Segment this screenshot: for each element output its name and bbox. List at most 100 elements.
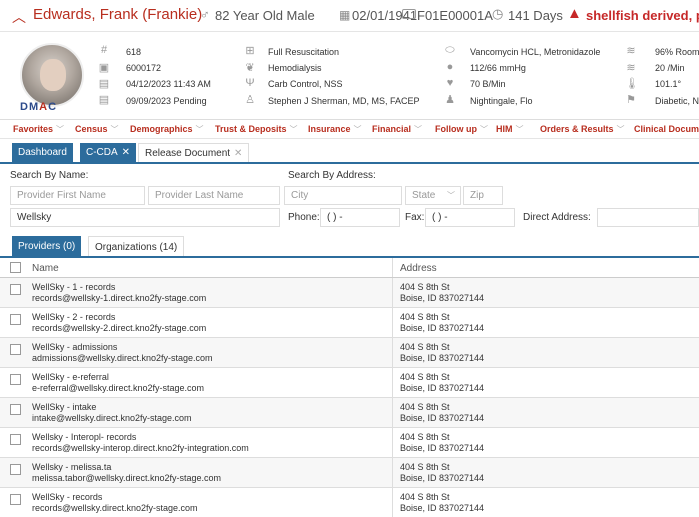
provider-last-name-input[interactable]: Provider Last Name	[148, 186, 280, 205]
close-icon[interactable]: ✕	[234, 148, 242, 159]
org-name: WellSky - 2 - records	[32, 312, 116, 322]
provider-first-name-input[interactable]: Provider First Name	[10, 186, 145, 205]
row-checkbox[interactable]	[10, 464, 21, 475]
org-email: melissa.tabor@wellsky.direct.kno2fy-stag…	[32, 473, 222, 483]
physician: Stephen J Sherman, MD, MS, FACEP	[268, 96, 420, 106]
address-line-1: 404 S 8th St	[400, 492, 450, 502]
org-address-cell: 404 S 8th St Boise, ID 837027144	[400, 462, 484, 484]
nav-financial[interactable]: Financial ﹀	[372, 124, 422, 135]
row-checkbox[interactable]	[10, 284, 21, 295]
fax-label: Fax:	[405, 212, 425, 223]
city-input[interactable]: City	[284, 186, 402, 205]
address-line-1: 404 S 8th St	[400, 432, 450, 442]
nav-demographics[interactable]: Demographics ﹀	[130, 124, 204, 135]
row-checkbox[interactable]	[10, 344, 21, 355]
row-checkbox[interactable]	[10, 494, 21, 505]
address-line-2: Boise, ID 837027144	[400, 503, 485, 513]
org-name: WellSky - 1 - records	[32, 282, 116, 292]
row-checkbox[interactable]	[10, 374, 21, 385]
nurse: Nightingale, Flo	[470, 96, 533, 106]
table-row[interactable]: WellSky - 1 - records records@wellsky-1.d…	[0, 278, 699, 308]
chevron-down-icon: ﹀	[353, 125, 362, 134]
zip-input[interactable]: Zip	[463, 186, 503, 205]
tab-dashboard[interactable]: Dashboard	[12, 143, 73, 162]
nav-insurance[interactable]: Insurance ﹀	[308, 124, 362, 135]
org-name-cell: WellSky - 1 - records records@wellsky-1.d…	[32, 282, 206, 304]
oxygen-icon: ≋	[626, 45, 636, 57]
tab-release-document[interactable]: Release Document ✕	[138, 143, 250, 162]
table-row[interactable]: WellSky - records records@wellsky.direct.…	[0, 488, 699, 517]
address-line-2: Boise, ID 837027144	[400, 413, 485, 423]
nav-orders-results[interactable]: Orders & Results ﹀	[540, 124, 625, 135]
table-row[interactable]: WellSky - intake intake@wellsky.direct.kn…	[0, 398, 699, 428]
org-name-cell: WellSky - intake intake@wellsky.direct.kn…	[32, 402, 192, 424]
select-all-checkbox[interactable]	[10, 262, 21, 273]
dmac-logo: DMAC	[20, 101, 58, 113]
patient-name[interactable]: Edwards, Frank (Frankie)	[33, 6, 202, 23]
org-email: records@wellsky-2.direct.kno2fy-stage.co…	[32, 323, 207, 333]
collapse-header-icon[interactable]: ︿	[12, 7, 26, 27]
allergy-text[interactable]: shellfish derived, polle	[586, 8, 699, 23]
org-name: Wellsky - Interopl- records	[32, 432, 137, 442]
address-line-2: Boise, ID 837027144	[400, 353, 485, 363]
close-icon[interactable]: ✕	[122, 147, 130, 158]
chevron-down-icon: ﹀	[110, 125, 119, 134]
patient-number: 6000172	[126, 63, 162, 73]
org-email: admissions@wellsky.direct.kno2fy-stage.c…	[32, 353, 213, 363]
table-row[interactable]: WellSky - admissions admissions@wellsky.d…	[0, 338, 699, 368]
row-checkbox[interactable]	[10, 434, 21, 445]
blood-pressure: 112/66 mmHg	[470, 63, 526, 73]
chevron-down-icon: ﹀	[447, 191, 455, 200]
column-header-name[interactable]: Name	[32, 263, 59, 274]
nav-favorites[interactable]: Favorites ﹀	[13, 124, 64, 135]
nav-trust-deposits[interactable]: Trust & Deposits ﹀	[215, 124, 298, 135]
address-line-2: Boise, ID 837027144	[400, 323, 485, 333]
phone-label: Phone:	[288, 212, 320, 223]
table-row[interactable]: Wellsky - melissa.ta melissa.tabor@wellsk…	[0, 458, 699, 488]
id-badge-icon: ▣	[98, 62, 110, 74]
tab-ccda[interactable]: C-CDA ✕	[80, 143, 137, 162]
phone-input[interactable]: ( ) -	[320, 208, 400, 227]
org-email: e-referral@wellsky.direct.kno2fy-stage.c…	[32, 383, 205, 393]
diagnosis: Diabetic, N	[655, 96, 699, 106]
column-header-address[interactable]: Address	[400, 263, 437, 274]
chevron-down-icon: ﹀	[616, 125, 625, 134]
organization-search-input[interactable]: Wellsky	[10, 208, 280, 227]
nav-census[interactable]: Census ﹀	[75, 124, 119, 135]
row-checkbox[interactable]	[10, 404, 21, 415]
org-email: records@wellsky-interop.direct.kno2fy-in…	[32, 443, 249, 453]
tab-organizations[interactable]: Organizations (14)	[88, 236, 185, 256]
main-nav: Favorites ﹀ Census ﹀ Demographics ﹀ Trust &…	[0, 120, 699, 139]
org-name-cell: WellSky - 2 - records records@wellsky-2.d…	[32, 312, 206, 334]
address-line-2: Boise, ID 837027144	[400, 443, 485, 453]
respiration-icon: ≋	[626, 62, 636, 74]
discharge-date-icon: ▤	[98, 94, 110, 106]
org-name-cell: Wellsky - Interopl- records records@wells…	[32, 432, 249, 454]
organizations-table: Name Address WellSky - 1 - records record…	[0, 258, 699, 517]
table-row[interactable]: Wellsky - Interopl- records records@wells…	[0, 428, 699, 458]
nav-clinical-documents[interactable]: Clinical Docume	[634, 124, 699, 134]
row-checkbox[interactable]	[10, 314, 21, 325]
search-by-name-label: Search By Name:	[10, 170, 89, 181]
patient-header: ︿ Edwards, Frank (Frankie) ♂ 82 Year Old…	[0, 0, 699, 120]
medications: Vancomycin HCL, Metronidazole	[470, 47, 601, 57]
table-header: Name Address	[0, 258, 699, 278]
kidney-icon: ❦	[245, 62, 255, 74]
fax-input[interactable]: ( ) -	[425, 208, 515, 227]
patient-age-gender: 82 Year Old Male	[215, 8, 315, 23]
thermometer-icon: 🌡	[625, 78, 639, 90]
org-name: WellSky - intake	[32, 402, 97, 412]
tab-providers[interactable]: Providers (0)	[12, 236, 82, 256]
diet: Carb Control, NSS	[268, 79, 343, 89]
address-line-1: 404 S 8th St	[400, 402, 450, 412]
flag-icon: ⚑	[626, 94, 636, 106]
org-name: Wellsky - melissa.ta	[32, 462, 112, 472]
org-address-cell: 404 S 8th St Boise, ID 837027144	[400, 282, 484, 304]
direct-address-input[interactable]	[597, 208, 699, 227]
nav-follow-up[interactable]: Follow up ﹀	[435, 124, 488, 135]
state-select[interactable]: State ﹀	[405, 186, 461, 205]
nav-him[interactable]: HIM ﹀	[496, 124, 524, 135]
table-row[interactable]: WellSky - e-referral e-referral@wellsky.d…	[0, 368, 699, 398]
address-line-1: 404 S 8th St	[400, 342, 450, 352]
table-row[interactable]: WellSky - 2 - records records@wellsky-2.d…	[0, 308, 699, 338]
